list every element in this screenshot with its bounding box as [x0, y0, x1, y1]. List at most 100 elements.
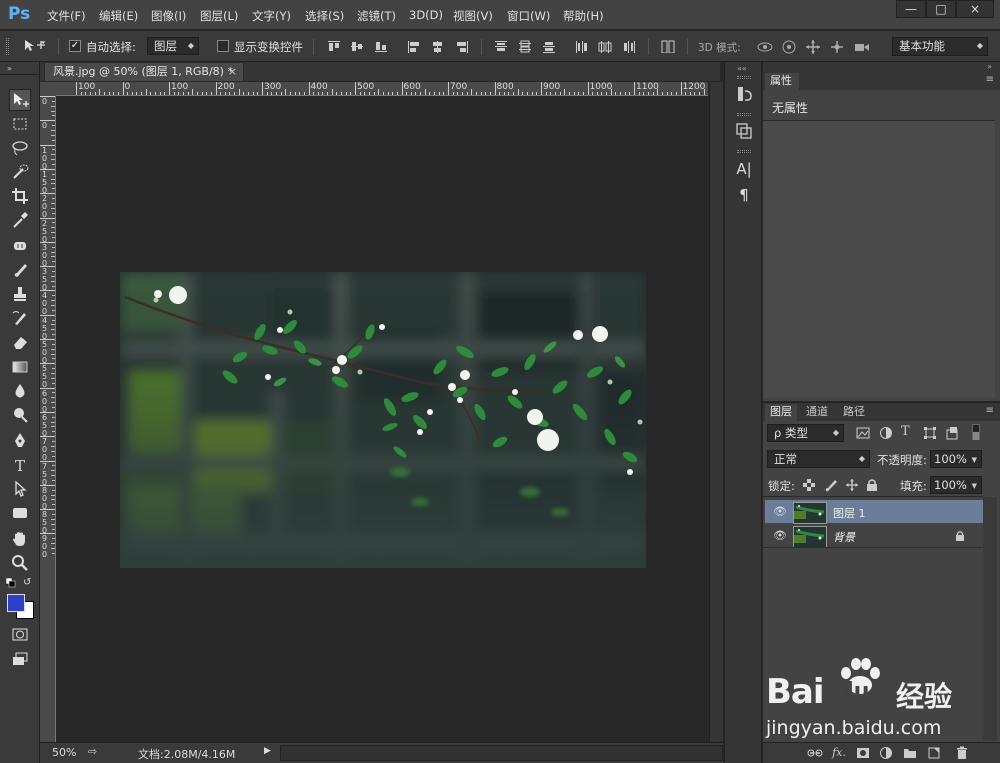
collapse-icon[interactable]: »	[987, 62, 992, 71]
quick-select-tool-icon[interactable]	[9, 162, 31, 184]
menu-layer[interactable]: 图层(L)	[200, 8, 238, 24]
move-tool-preset[interactable]	[22, 37, 54, 55]
eraser-tool-icon[interactable]	[9, 332, 31, 354]
gradient-tool-icon[interactable]	[9, 357, 31, 379]
visibility-eye-icon[interactable]: 👁	[773, 529, 787, 542]
lasso-tool-icon[interactable]	[9, 138, 31, 160]
tab-paths[interactable]: 路径	[838, 404, 870, 421]
foreground-color-swatch[interactable]	[7, 594, 25, 612]
canvas-horizontal-scrollbar[interactable]	[280, 745, 723, 761]
tab-properties[interactable]: 属性	[765, 73, 799, 90]
path-select-tool-icon[interactable]	[9, 479, 31, 501]
share-icon[interactable]: ⇨	[88, 745, 97, 758]
workspace-dropdown[interactable]: 基本功能 ◆	[892, 37, 988, 56]
swap-colors-icon[interactable]: ↺	[23, 577, 35, 589]
distribute-vcenter-icon[interactable]	[518, 40, 532, 53]
document-image[interactable]	[120, 272, 646, 568]
lock-pixels-icon[interactable]	[824, 478, 838, 492]
show-transform-checkbox[interactable]	[217, 40, 229, 52]
rectangle-tool-icon[interactable]	[9, 503, 31, 525]
menu-filter[interactable]: 滤镜(T)	[357, 8, 396, 24]
paragraph-panel-icon[interactable]: ¶	[735, 186, 753, 204]
layer-row-background[interactable]: 👁 背景	[765, 524, 983, 548]
trash-icon[interactable]	[954, 746, 970, 760]
layer-name[interactable]: 背景	[833, 529, 855, 545]
3d-roll-icon[interactable]	[781, 39, 797, 55]
panel-menu-icon[interactable]: ≡	[986, 74, 994, 85]
panel-menu-icon[interactable]: ≡	[986, 405, 994, 416]
auto-align-icon[interactable]	[661, 40, 675, 53]
menu-help[interactable]: 帮助(H)	[563, 8, 604, 24]
maximize-button[interactable]: □	[926, 0, 956, 18]
menu-select[interactable]: 选择(S)	[305, 8, 344, 24]
menu-3d[interactable]: 3D(D)	[409, 8, 443, 22]
lock-transparency-icon[interactable]	[803, 479, 815, 491]
distribute-hcenter-icon[interactable]	[598, 40, 612, 53]
layer-row-layer1[interactable]: 👁 图层 1	[765, 500, 983, 524]
menu-type[interactable]: 文字(Y)	[252, 8, 291, 24]
dock-grip[interactable]	[737, 150, 751, 153]
auto-select-checkbox[interactable]: ✓	[69, 40, 81, 52]
layer-filter-dropdown[interactable]: ρ 类型 ◆	[767, 424, 844, 442]
crop-tool-icon[interactable]	[9, 186, 31, 208]
horizontal-ruler[interactable]: 100 0 100 200 300 400 500 600 700 800 900 1000 1100 1…	[56, 82, 708, 96]
history-brush-tool-icon[interactable]	[9, 308, 31, 330]
close-tab-icon[interactable]: ×	[228, 63, 237, 81]
auto-select-dropdown[interactable]: 图层 ◆	[147, 37, 199, 55]
status-menu-arrow-icon[interactable]: ▶	[264, 746, 271, 756]
zoom-tool-icon[interactable]	[9, 553, 31, 575]
ruler-origin[interactable]	[40, 82, 56, 96]
opacity-input[interactable]: 100% ▼	[930, 450, 982, 468]
brush-tool-icon[interactable]	[9, 260, 31, 282]
pen-tool-icon[interactable]	[9, 431, 31, 453]
zoom-level[interactable]: 50%	[52, 746, 76, 759]
character-panel-icon[interactable]: A|	[735, 160, 753, 178]
eyedropper-tool-icon[interactable]	[9, 210, 31, 232]
lock-position-icon[interactable]	[845, 478, 859, 492]
new-layer-icon[interactable]	[926, 746, 942, 760]
clone-stamp-tool-icon[interactable]	[9, 284, 31, 306]
dock-grip[interactable]	[737, 113, 751, 116]
align-right-icon[interactable]	[455, 40, 469, 53]
filter-type-icon[interactable]: T	[901, 424, 915, 440]
menu-edit[interactable]: 编辑(E)	[99, 8, 138, 24]
distribute-right-icon[interactable]	[622, 40, 636, 53]
align-left-icon[interactable]	[407, 40, 421, 53]
3d-pan-icon[interactable]	[805, 39, 821, 55]
quick-mask-icon[interactable]	[9, 625, 31, 647]
new-group-icon[interactable]	[902, 746, 918, 760]
filter-adjustment-icon[interactable]	[879, 426, 893, 440]
blend-mode-dropdown[interactable]: 正常 ◆	[767, 450, 870, 468]
distribute-left-icon[interactable]	[575, 40, 589, 53]
align-top-icon[interactable]	[327, 40, 341, 53]
menu-file[interactable]: 文件(F)	[47, 8, 86, 24]
align-bottom-icon[interactable]	[374, 40, 388, 53]
align-hcenter-icon[interactable]	[431, 40, 445, 53]
clone-source-panel-icon[interactable]	[735, 122, 753, 140]
add-mask-icon[interactable]	[855, 746, 871, 760]
document-tab[interactable]: 风景.jpg @ 50% (图层 1, RGB/8) * ×	[44, 62, 244, 81]
lock-all-icon[interactable]	[866, 478, 878, 492]
hand-tool-icon[interactable]	[9, 529, 31, 551]
distribute-top-icon[interactable]	[494, 40, 508, 53]
3d-rotate-icon[interactable]	[756, 39, 774, 55]
adjustment-layer-icon[interactable]	[878, 746, 894, 760]
marquee-tool-icon[interactable]	[9, 114, 31, 136]
menu-image[interactable]: 图像(I)	[151, 8, 186, 24]
menu-window[interactable]: 窗口(W)	[507, 8, 550, 24]
screen-mode-icon[interactable]	[9, 649, 31, 671]
close-button[interactable]: ×	[956, 0, 994, 18]
filter-toggle[interactable]	[972, 424, 980, 440]
canvas-vertical-scrollbar[interactable]	[709, 82, 723, 742]
default-colors-icon[interactable]	[5, 577, 16, 588]
filter-pixel-icon[interactable]	[856, 426, 870, 440]
layer-name[interactable]: 图层 1	[833, 505, 866, 521]
healing-brush-tool-icon[interactable]	[9, 236, 31, 258]
link-layers-icon[interactable]	[807, 746, 823, 760]
move-tool-icon[interactable]	[9, 89, 31, 111]
type-tool-icon[interactable]: T	[9, 455, 31, 477]
menu-view[interactable]: 视图(V)	[453, 8, 493, 24]
distribute-bottom-icon[interactable]	[542, 40, 556, 53]
collapse-icon[interactable]: ««	[737, 64, 747, 73]
collapse-icon[interactable]: »	[7, 64, 12, 73]
